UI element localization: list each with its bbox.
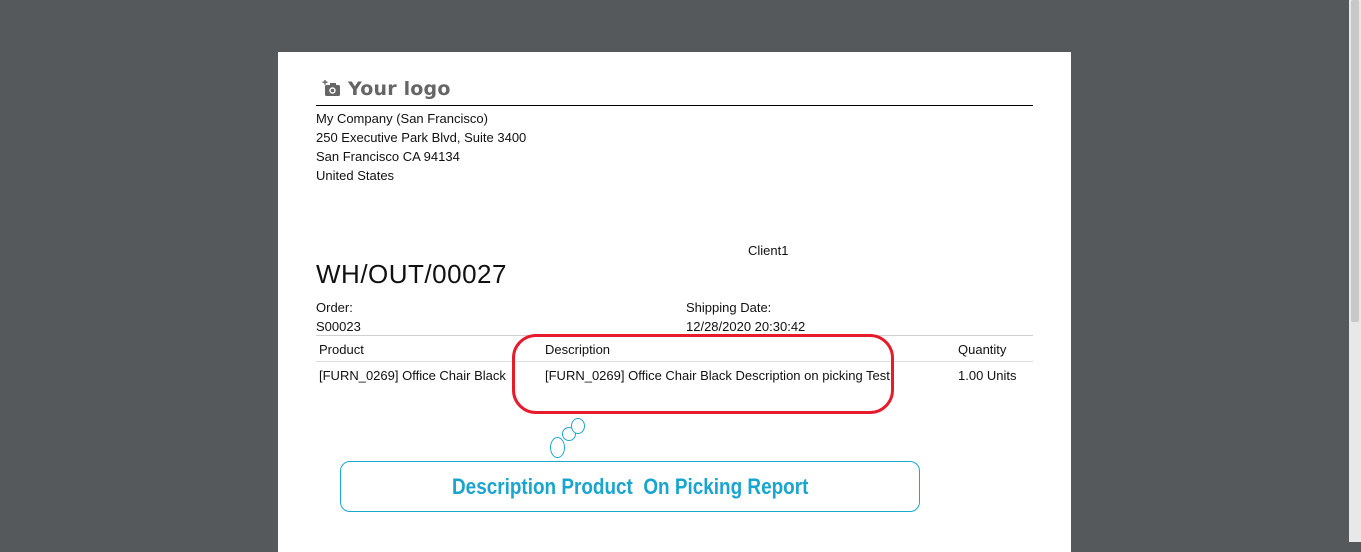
shipping-info: Shipping Date: 12/28/2020 20:30:42 [686,298,805,336]
header-quantity: Quantity [958,342,1007,357]
order-label: Order: [316,300,353,315]
row-product: [FURN_0269] Office Chair Black [319,368,506,383]
annotation-text: Description Product On Picking Report [451,473,809,499]
company-street: 250 Executive Park Blvd, Suite 3400 [316,130,527,145]
row-quantity: 1.00 Units [958,368,1017,383]
shipping-label: Shipping Date: [686,300,772,315]
pdf-viewer: { "logo": { "icon": "camera-icon", "text… [0,0,1361,552]
company-name: My Company (San Francisco) [316,111,488,126]
company-address: My Company (San Francisco) 250 Executive… [316,109,526,185]
header-product: Product [319,342,364,357]
document-title: WH/OUT/00027 [316,259,507,289]
client-name: Client1 [748,243,789,258]
company-country: United States [316,168,395,183]
order-value: S00023 [316,319,361,334]
annotation-callout: Description Product On Picking Report [340,461,920,512]
order-info: Order: S00023 [316,298,361,336]
description-highlight [512,334,894,414]
camera-icon [322,80,340,96]
logo-text: Your logo [348,78,451,100]
scrollbar-thumb[interactable] [1351,0,1359,322]
callout-bubble-large [550,437,565,458]
report-page: Your logo My Company (San Francisco) 250… [278,52,1071,552]
callout-bubble-small [571,418,585,434]
company-city: San Francisco CA 94134 [316,149,460,164]
vertical-scrollbar[interactable] [1349,0,1361,542]
header-divider [316,105,1033,106]
company-logo: Your logo [322,76,451,102]
